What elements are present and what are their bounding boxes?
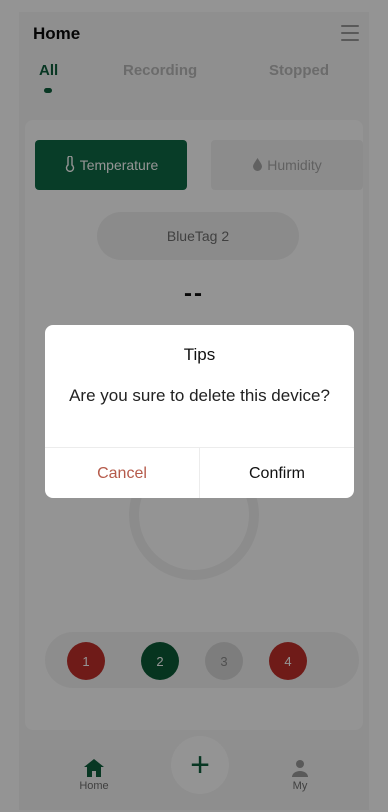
dialog-title: Tips xyxy=(183,345,216,364)
dialog-actions: Cancel Confirm xyxy=(45,447,354,498)
cancel-button[interactable]: Cancel xyxy=(45,448,200,498)
dialog-message: Are you sure to delete this device? xyxy=(69,386,330,405)
delete-confirm-dialog: Tips Are you sure to delete this device?… xyxy=(45,325,354,498)
confirm-button[interactable]: Confirm xyxy=(200,448,354,498)
